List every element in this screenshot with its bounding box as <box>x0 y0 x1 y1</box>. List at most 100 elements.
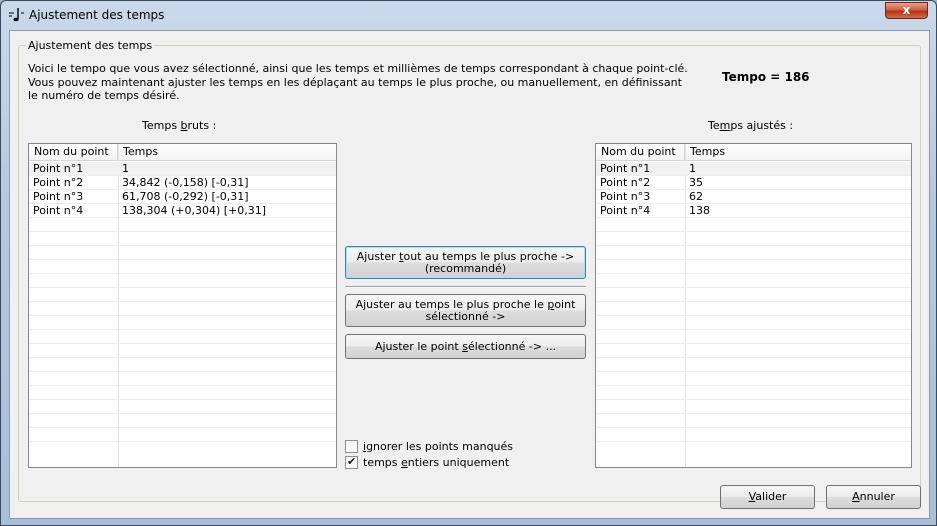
adjust-all-text-a: Ajuster <box>356 249 400 263</box>
actions-separator <box>345 286 586 288</box>
empty-row <box>29 274 336 288</box>
cancel-button[interactable]: Annuler <box>826 485 921 509</box>
time-cell: 1 <box>689 162 696 175</box>
point-name-cell: Point n°2 <box>600 176 651 189</box>
time-cell: 61,708 (-0,292) [-0,31] <box>122 190 249 203</box>
empty-row <box>596 400 911 414</box>
dialog-client-area: Ajustement des temps Voici le tempo que … <box>9 30 930 519</box>
raw-times-label: Temps bruts : <box>142 119 216 132</box>
empty-row <box>596 302 911 316</box>
table-row[interactable]: Point n°4 138 <box>596 204 911 218</box>
integer-times-checkbox[interactable]: ✔ <box>345 454 358 469</box>
point-name-cell: Point n°3 <box>600 190 651 203</box>
integer-times-option[interactable]: ✔ temps entiers uniquement <box>345 455 509 469</box>
adjusted-list-header: Nom du point Temps <box>596 144 911 161</box>
validate-text: alider <box>755 490 787 503</box>
integers-text-b: ntiers uniquement <box>407 455 510 469</box>
empty-row <box>596 288 911 302</box>
adjust-all-nearest-button[interactable]: Ajuster tout au temps le plus proche -> … <box>345 246 586 279</box>
empty-row <box>596 386 911 400</box>
point-name-cell: Point n°1 <box>33 162 84 175</box>
adjust-selected-text-c: sélectionné -> <box>425 309 506 323</box>
empty-row <box>596 218 911 232</box>
point-name-cell: Point n°4 <box>600 204 651 217</box>
adjust-selected-manual-button[interactable]: Ajuster le point sélectionné -> ... <box>345 334 586 359</box>
time-cell: 35 <box>689 176 703 189</box>
point-name-cell: Point n°3 <box>33 190 84 203</box>
point-name-cell: Point n°4 <box>33 204 84 217</box>
point-name-cell: Point n°2 <box>33 176 84 189</box>
time-cell: 62 <box>689 190 703 203</box>
adjusted-times-list[interactable]: Nom du point Temps Point n°1 1 Point n°2 35… <box>595 143 912 468</box>
empty-row <box>596 372 911 386</box>
empty-row <box>596 232 911 246</box>
table-row[interactable]: Point n°3 61,708 (-0,292) [-0,31] <box>29 190 336 204</box>
empty-row <box>29 302 336 316</box>
ignore-missed-points-checkbox[interactable] <box>345 439 358 453</box>
empty-row <box>29 232 336 246</box>
raw-times-list[interactable]: Nom du point Temps Point n°1 1 Point n°2 34… <box>28 143 337 468</box>
intro-line-1: Voici le tempo que vous avez sélectionné… <box>28 62 688 75</box>
adjusted-times-label-accel: m <box>719 119 731 132</box>
raw-times-label-accel: b <box>180 119 188 132</box>
table-row[interactable]: Point n°2 34,842 (-0,158) [-0,31] <box>29 176 336 190</box>
cancel-accel: A <box>852 490 860 503</box>
ignore-missed-points-option[interactable]: ignorer les points manqués <box>345 439 513 453</box>
empty-row <box>596 260 911 274</box>
window-title: Ajustement des temps <box>29 8 165 22</box>
groupbox-title: Ajustement des temps <box>26 39 155 52</box>
adjust-all-text-b: out au temps le plus proche -> <box>403 249 575 263</box>
empty-row <box>596 344 911 358</box>
empty-row <box>29 372 336 386</box>
table-row[interactable]: Point n°1 1 <box>596 162 911 176</box>
empty-row <box>596 246 911 260</box>
intro-text: Voici le tempo que vous avez sélectionné… <box>28 62 728 103</box>
close-button[interactable]: x <box>885 2 928 19</box>
raw-col-point-name[interactable]: Nom du point <box>29 144 118 161</box>
adjust-all-text-c: (recommandé) <box>424 261 507 275</box>
adjusted-times-label-prefix: Te <box>708 119 720 132</box>
intro-line-2: Vous pouvez maintenant ajuster les temps… <box>28 75 682 89</box>
adjusted-col-time[interactable]: Temps <box>685 144 911 161</box>
empty-row <box>596 330 911 344</box>
raw-col-time[interactable]: Temps <box>118 144 336 161</box>
title-bar[interactable]: Ajustement des temps x <box>1 1 936 29</box>
raw-list-header: Nom du point Temps <box>29 144 336 161</box>
time-cell: 34,842 (-0,158) [-0,31] <box>122 176 249 189</box>
empty-row <box>29 386 336 400</box>
adjusted-times-label-suffix: ps ajustés : <box>730 119 794 132</box>
empty-row <box>596 414 911 428</box>
empty-row <box>29 288 336 302</box>
table-row[interactable]: Point n°2 35 <box>596 176 911 190</box>
empty-row <box>596 316 911 330</box>
adjust-manual-text-b: électionné -> ... <box>467 339 557 353</box>
time-cell: 1 <box>122 162 129 175</box>
empty-row <box>29 344 336 358</box>
intro-line-3: le numéro de temps désiré. <box>28 89 180 102</box>
table-row[interactable]: Point n°4 138,304 (+0,304) [+0,31] <box>29 204 336 218</box>
empty-row <box>29 358 336 372</box>
adjusted-col-point-name[interactable]: Nom du point <box>596 144 685 161</box>
adjusted-times-label: Temps ajustés : <box>708 119 793 132</box>
empty-row <box>596 358 911 372</box>
integer-times-label: temps entiers uniquement <box>363 456 509 469</box>
empty-row <box>29 400 336 414</box>
point-name-cell: Point n°1 <box>600 162 651 175</box>
ignore-text-b: gnorer les points manqués <box>366 439 514 453</box>
table-row[interactable]: Point n°3 62 <box>596 190 911 204</box>
table-row[interactable]: Point n°1 1 <box>29 162 336 176</box>
empty-row <box>29 218 336 232</box>
empty-row <box>596 428 911 442</box>
adjust-selected-text-b: oint <box>554 297 576 311</box>
raw-times-label-suffix: ruts : <box>187 119 217 132</box>
empty-row <box>29 316 336 330</box>
empty-row <box>29 260 336 274</box>
adjust-selected-nearest-button[interactable]: Ajuster au temps le plus proche le point… <box>345 294 586 327</box>
tempo-value: Tempo = 186 <box>722 70 810 84</box>
integer-checkmark-icon: ✔ <box>347 454 357 468</box>
integers-accel: e <box>401 455 408 469</box>
empty-row <box>29 246 336 260</box>
raw-times-label-prefix: Temps <box>142 119 181 132</box>
validate-button[interactable]: Valider <box>720 485 815 509</box>
empty-row <box>29 428 336 442</box>
